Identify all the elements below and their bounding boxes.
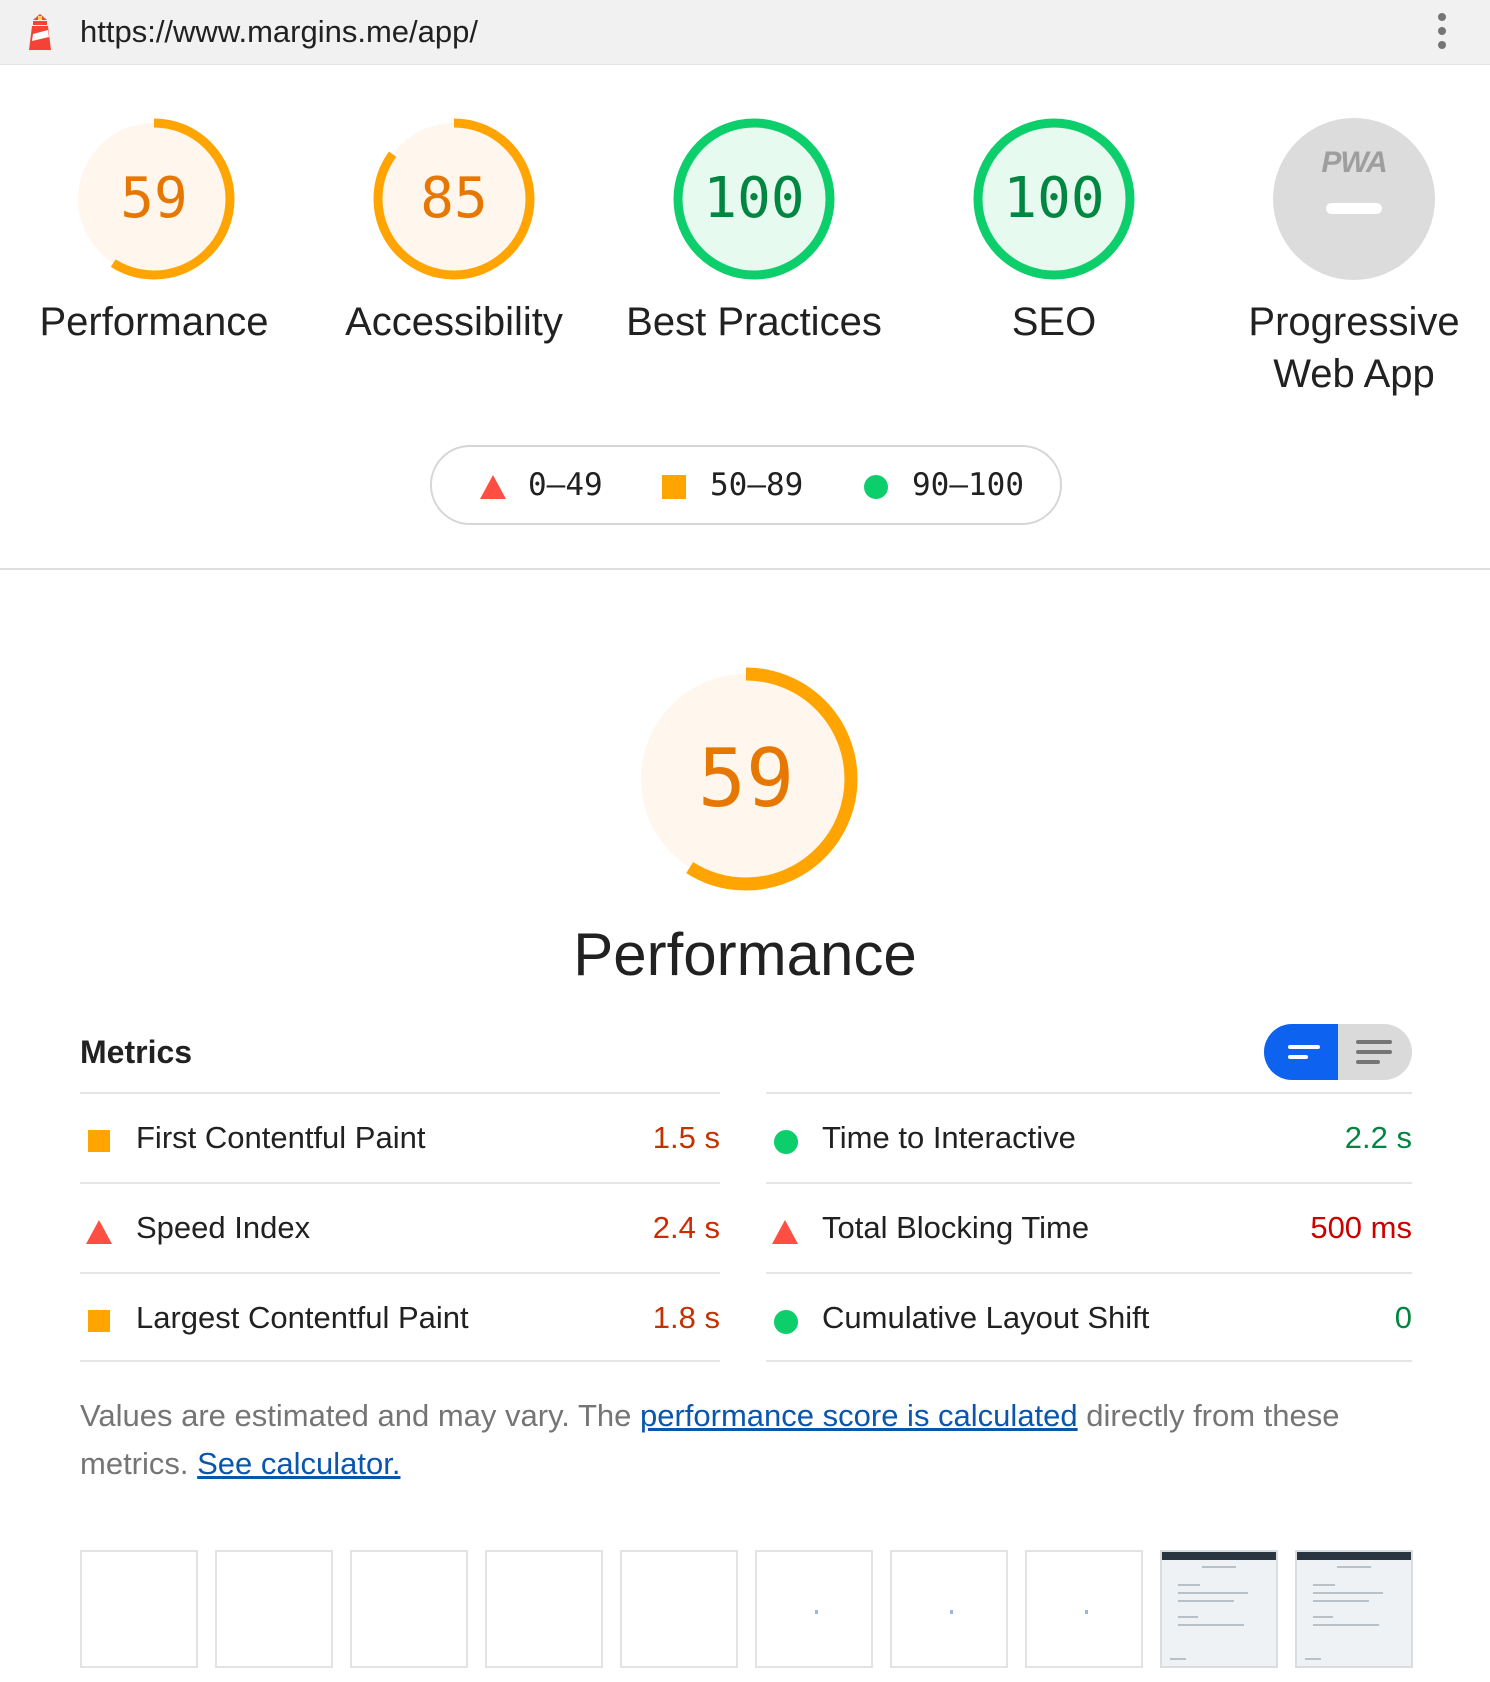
metric-value: 1.5 s [652, 1120, 720, 1155]
metric-value: 0 [1394, 1300, 1412, 1335]
filmstrip-frame [1295, 1550, 1413, 1668]
filmstrip-frame [620, 1550, 738, 1668]
more-vert-icon[interactable] [1432, 13, 1452, 53]
filmstrip-frame [485, 1550, 603, 1668]
square-icon [88, 1130, 110, 1152]
metrics-right-column: Time to Interactive 2.2 s Total Blocking… [766, 1092, 1412, 1362]
triangle-icon [86, 1220, 112, 1244]
metric-label: Largest Contentful Paint [136, 1300, 469, 1335]
gauge-score: 85 [420, 166, 488, 231]
metric-value: 2.4 s [652, 1210, 720, 1245]
triangle-icon [772, 1220, 798, 1244]
metrics-note: Values are estimated and may vary. The p… [80, 1392, 1420, 1488]
gauge-best-practices[interactable]: 100 Best Practices [604, 118, 904, 348]
filmstrip-frame [80, 1550, 198, 1668]
metric-row: Cumulative Layout Shift 0 [766, 1272, 1412, 1362]
metric-row: First Contentful Paint 1.5 s [80, 1092, 720, 1182]
metric-row: Total Blocking Time 500 ms [766, 1182, 1412, 1272]
performance-score: 59 [697, 732, 795, 825]
detailed-view-icon[interactable] [1338, 1024, 1412, 1080]
metric-row: Speed Index 2.4 s [80, 1182, 720, 1272]
gauge-pwa[interactable]: PWA Progressive Web App [1204, 118, 1490, 400]
metrics-view-toggle[interactable] [1264, 1024, 1412, 1080]
gauge-label: Accessibility [345, 300, 563, 344]
legend-range-pass: 90–100 [912, 467, 1024, 503]
filmstrip-frame [755, 1550, 873, 1668]
metric-label: Time to Interactive [822, 1120, 1076, 1155]
circle-icon [774, 1310, 798, 1334]
filmstrip-frame [350, 1550, 468, 1668]
gauge-label-line1: Progressive [1248, 300, 1460, 344]
circle-icon [774, 1130, 798, 1154]
gauge-label: SEO [1011, 300, 1097, 344]
metric-value: 2.2 s [1344, 1120, 1412, 1155]
gauge-label: Performance [39, 300, 269, 344]
metric-label: Cumulative Layout Shift [822, 1300, 1150, 1335]
gauge-label-line2: Web App [1273, 352, 1435, 396]
gauge-score: 100 [703, 166, 805, 231]
filmstrip-frame [890, 1550, 1008, 1668]
gauge-score: 59 [120, 166, 188, 231]
filmstrip-frame [1025, 1550, 1143, 1668]
legend-range-average: 50–89 [710, 467, 804, 503]
metric-row: Largest Contentful Paint 1.8 s [80, 1272, 720, 1362]
gauge-label: Progressive Web App [1204, 296, 1490, 400]
pwa-badge-icon: PWA [1321, 146, 1387, 179]
legend-range-fail: 0–49 [528, 467, 603, 503]
square-icon [662, 475, 686, 499]
metrics-title: Metrics [80, 1034, 193, 1070]
not-applicable-dash [1326, 203, 1382, 214]
metric-row: Time to Interactive 2.2 s [766, 1092, 1412, 1182]
section-divider [0, 568, 1490, 570]
filmstrip-frame [215, 1550, 333, 1668]
url-bar: https://www.margins.me/app/ [0, 0, 1490, 65]
page-url[interactable]: https://www.margins.me/app/ [80, 14, 478, 50]
metric-value: 1.8 s [652, 1300, 720, 1335]
metric-value: 500 ms [1310, 1210, 1412, 1245]
score-calculation-link[interactable]: performance score is calculated [640, 1398, 1078, 1433]
triangle-icon [480, 475, 506, 499]
metric-label: Total Blocking Time [822, 1210, 1090, 1245]
gauge-score: 100 [1003, 166, 1105, 231]
gauge-seo[interactable]: 100 SEO [904, 118, 1204, 348]
note-prefix: Values are estimated and may vary. The [80, 1398, 640, 1433]
performance-title: Performance [573, 921, 917, 988]
circle-icon [864, 475, 888, 499]
gauge-label: Best Practices [626, 300, 882, 344]
summary-view-icon[interactable] [1264, 1024, 1338, 1080]
metrics-left-column: First Contentful Paint 1.5 s Speed Index… [80, 1092, 720, 1362]
score-legend: 0–49 50–89 90–100 [430, 445, 1062, 525]
metric-label: Speed Index [136, 1210, 311, 1245]
gauge-performance[interactable]: 59 Performance [4, 118, 304, 348]
gauge-accessibility[interactable]: 85 Accessibility [304, 118, 604, 348]
performance-gauge-large: 59 [633, 666, 859, 892]
filmstrip-frame [1160, 1550, 1278, 1668]
metric-label: First Contentful Paint [136, 1120, 426, 1155]
square-icon [88, 1310, 110, 1332]
see-calculator-link[interactable]: See calculator. [197, 1446, 400, 1481]
lighthouse-icon [24, 12, 56, 52]
